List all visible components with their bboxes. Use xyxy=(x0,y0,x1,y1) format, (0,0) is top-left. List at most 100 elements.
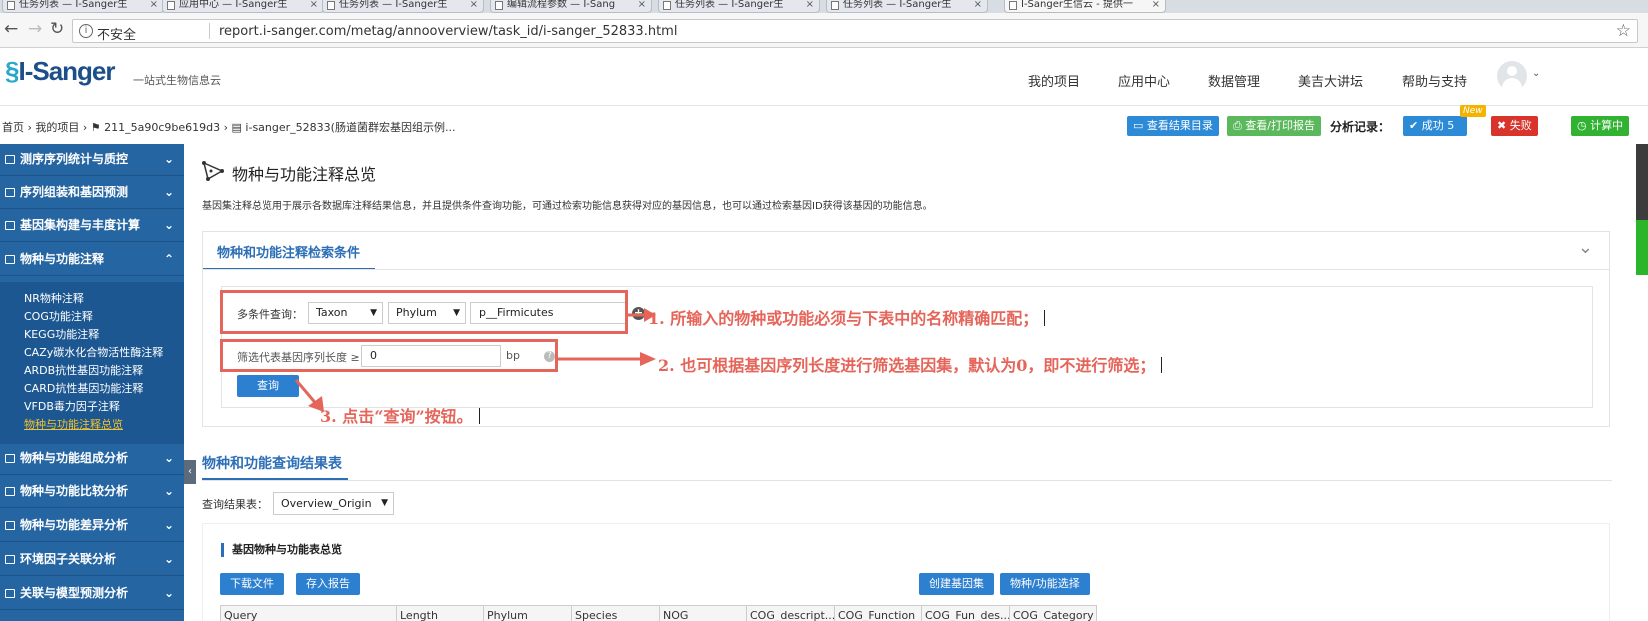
close-icon[interactable]: × xyxy=(470,0,478,10)
forward-icon[interactable]: → xyxy=(28,21,42,38)
url-field[interactable]: i 不安全 report.i-sanger.com/metag/annoover… xyxy=(72,19,1638,43)
chevron-down-icon: ⌄ xyxy=(163,518,174,532)
sidebar-section-annotation[interactable]: 物种与功能注释 ⌃ xyxy=(0,244,184,276)
right-float-panel-green[interactable] xyxy=(1636,220,1648,275)
nav-help[interactable]: 帮助与支持 xyxy=(1402,71,1467,90)
column-header[interactable]: Species xyxy=(572,606,660,621)
browser-tab[interactable]: 任务列表 — I-Sanger生 × xyxy=(322,0,484,13)
page-icon xyxy=(327,1,335,10)
clock-icon: ◷ xyxy=(1577,119,1591,132)
annotation-note-2: 2. 也可根据基因序列长度进行筛选基因集，默认为0，即不进行筛选； xyxy=(658,352,1163,376)
avatar[interactable] xyxy=(1497,61,1527,91)
column-header[interactable]: COG_descript... xyxy=(747,606,835,621)
close-icon[interactable]: × xyxy=(638,0,646,10)
browser-tab[interactable]: 任务列表 — I-Sanger生 × xyxy=(826,0,988,13)
close-icon[interactable]: × xyxy=(150,0,158,10)
fail-button[interactable]: ✖ 失败 xyxy=(1491,116,1538,136)
chevron-down-icon: ⌄ xyxy=(163,218,174,232)
result-table-label: 查询结果表： xyxy=(202,498,268,511)
sidebar-item-kegg[interactable]: KEGG功能注释 xyxy=(24,326,99,342)
close-icon[interactable]: × xyxy=(974,0,982,10)
sidebar-item-ardb[interactable]: ARDB抗性基因功能注释 xyxy=(24,362,143,378)
new-badge: New xyxy=(1460,105,1486,117)
sidebar-item-cazy[interactable]: CAZy碳水化合物活性酶注释 xyxy=(24,344,163,360)
view-results-button[interactable]: ▭ 查看结果目录 xyxy=(1127,116,1219,136)
chevron-down-icon: ⌄ xyxy=(163,484,174,498)
column-header[interactable]: NOG xyxy=(660,606,747,621)
sidebar-section-difference[interactable]: 物种与功能差异分析 ⌄ xyxy=(0,510,184,542)
print-report-button[interactable]: ⎙ 查看/打印报告 xyxy=(1227,116,1322,136)
browser-tab[interactable]: 任务列表 — I-Sanger生 × xyxy=(658,0,820,13)
page-icon xyxy=(831,1,839,10)
success-button[interactable]: ✔ 成功 5 xyxy=(1403,116,1467,136)
search-panel-title[interactable]: 物种和功能注释检索条件 xyxy=(217,242,360,261)
browser-tab[interactable]: 应用中心 — I-Sanger生 × xyxy=(162,0,324,13)
star-icon[interactable]: ☆ xyxy=(1616,21,1631,41)
url-text[interactable]: report.i-sanger.com/metag/annooverview/t… xyxy=(219,24,677,39)
column-header[interactable]: Phylum xyxy=(484,606,572,621)
column-header[interactable]: Query xyxy=(221,606,397,621)
page-icon xyxy=(1009,1,1017,10)
page-description: 基因集注释总览用于展示各数据库注释结果信息，并且提供条件查询功能，可通过检索功能… xyxy=(202,201,933,212)
folder-icon: ▭ xyxy=(1133,119,1147,132)
search-icon xyxy=(5,487,15,496)
column-header[interactable]: COG_Function xyxy=(835,606,922,621)
browser-tab[interactable]: 任务列表 — I-Sanger生 × xyxy=(2,0,164,13)
chevron-down-icon[interactable]: ⌄ xyxy=(1578,237,1593,258)
annotation-note-3: 3. 点击“查询”按钮。 xyxy=(320,403,480,427)
nav-lectures[interactable]: 美吉大讲坛 xyxy=(1298,71,1363,90)
breadcrumb[interactable]: 首页 › 我的项目 › ⚑ 211_5a90c9be619d3 › ▤ i-sa… xyxy=(2,119,455,135)
browser-tab[interactable]: 编辑流程参数 — I-Sang × xyxy=(490,0,652,13)
sidebar-item-cog[interactable]: COG功能注释 xyxy=(24,308,93,324)
check-icon: ✔ xyxy=(1409,119,1422,132)
chevron-down-icon: ⌄ xyxy=(163,152,174,166)
download-button[interactable]: 下载文件 xyxy=(220,573,284,595)
reload-icon[interactable]: ↻ xyxy=(50,21,64,38)
result-table-select[interactable]: Overview_Origin ▼ xyxy=(273,492,394,515)
sidebar-item-vfdb[interactable]: VFDB毒力因子注释 xyxy=(24,398,120,414)
annotation-icon xyxy=(5,255,15,264)
sidebar-section-composition[interactable]: 物种与功能组成分析 ⌄ xyxy=(0,443,184,475)
pulse-icon xyxy=(5,589,15,598)
dna-logo-icon: § xyxy=(5,56,20,86)
results-title[interactable]: 物种和功能查询结果表 xyxy=(202,453,342,473)
close-icon[interactable]: × xyxy=(806,0,814,10)
sidebar-section-assembly[interactable]: 序列组装和基因预测 ⌄ xyxy=(0,177,184,209)
sidebar-section-comparison[interactable]: 物种与功能比较分析 ⌄ xyxy=(0,476,184,508)
info-icon[interactable]: i xyxy=(79,24,93,38)
column-header[interactable]: COG_Fun_des... xyxy=(922,606,1010,621)
nav-my-projects[interactable]: 我的项目 xyxy=(1028,71,1080,90)
composition-icon xyxy=(5,454,15,463)
security-label: 不安全 xyxy=(97,28,137,43)
choose-button[interactable]: 物种/功能选择 xyxy=(1000,573,1090,595)
sidebar-item-card[interactable]: CARD抗性基因功能注释 xyxy=(24,380,143,396)
sidebar-section-environment[interactable]: 环境因子关联分析 ⌄ xyxy=(0,544,184,576)
save-report-button[interactable]: 存入报告 xyxy=(296,573,360,595)
address-bar: ← → ↻ i 不安全 report.i-sanger.com/metag/an… xyxy=(0,13,1648,48)
chevron-down-icon[interactable]: ⌄ xyxy=(1532,68,1540,79)
sidebar-section-model[interactable]: 关联与模型预测分析 ⌄ xyxy=(0,578,184,610)
sidebar-item-nr[interactable]: NR物种注释 xyxy=(24,290,84,306)
logo[interactable]: §I-Sanger xyxy=(5,56,116,87)
column-header[interactable]: Length xyxy=(397,606,484,621)
page-title: 物种与功能注释总览 xyxy=(232,165,377,184)
sidebar: 测序序列统计与质控 ⌄ 序列组装和基因预测 ⌄ 基因集构建与丰度计算 ⌄ 物种与功能注… xyxy=(0,144,184,621)
nav-data-management[interactable]: 数据管理 xyxy=(1208,71,1260,90)
sidebar-section-qc[interactable]: 测序序列统计与质控 ⌄ xyxy=(0,144,184,176)
create-geneset-button[interactable]: 创建基因集 xyxy=(919,573,994,595)
page-icon xyxy=(495,1,503,10)
query-button[interactable]: 查询 xyxy=(237,375,299,397)
sidebar-collapse-handle[interactable]: ‹ xyxy=(184,460,196,484)
nav-app-center[interactable]: 应用中心 xyxy=(1118,71,1170,90)
sidebar-item-overview[interactable]: 物种与功能注释总览 xyxy=(24,416,123,432)
chevron-down-icon: ⌄ xyxy=(163,586,174,600)
close-icon[interactable]: × xyxy=(310,0,318,10)
computing-button[interactable]: ◷ 计算中 xyxy=(1571,116,1630,136)
back-icon[interactable]: ← xyxy=(4,21,18,38)
column-header[interactable]: COG_Category xyxy=(1010,606,1097,621)
close-icon[interactable]: × xyxy=(1152,0,1160,10)
network-icon xyxy=(202,161,224,181)
sidebar-subpanel: NR物种注释 COG功能注释 KEGG功能注释 CAZy碳水化合物活性酶注释 A… xyxy=(0,282,184,444)
browser-tab-active[interactable]: I-Sanger生信云 - 提供一 × xyxy=(1004,0,1166,13)
sidebar-section-geneset[interactable]: 基因集构建与丰度计算 ⌄ xyxy=(0,210,184,242)
